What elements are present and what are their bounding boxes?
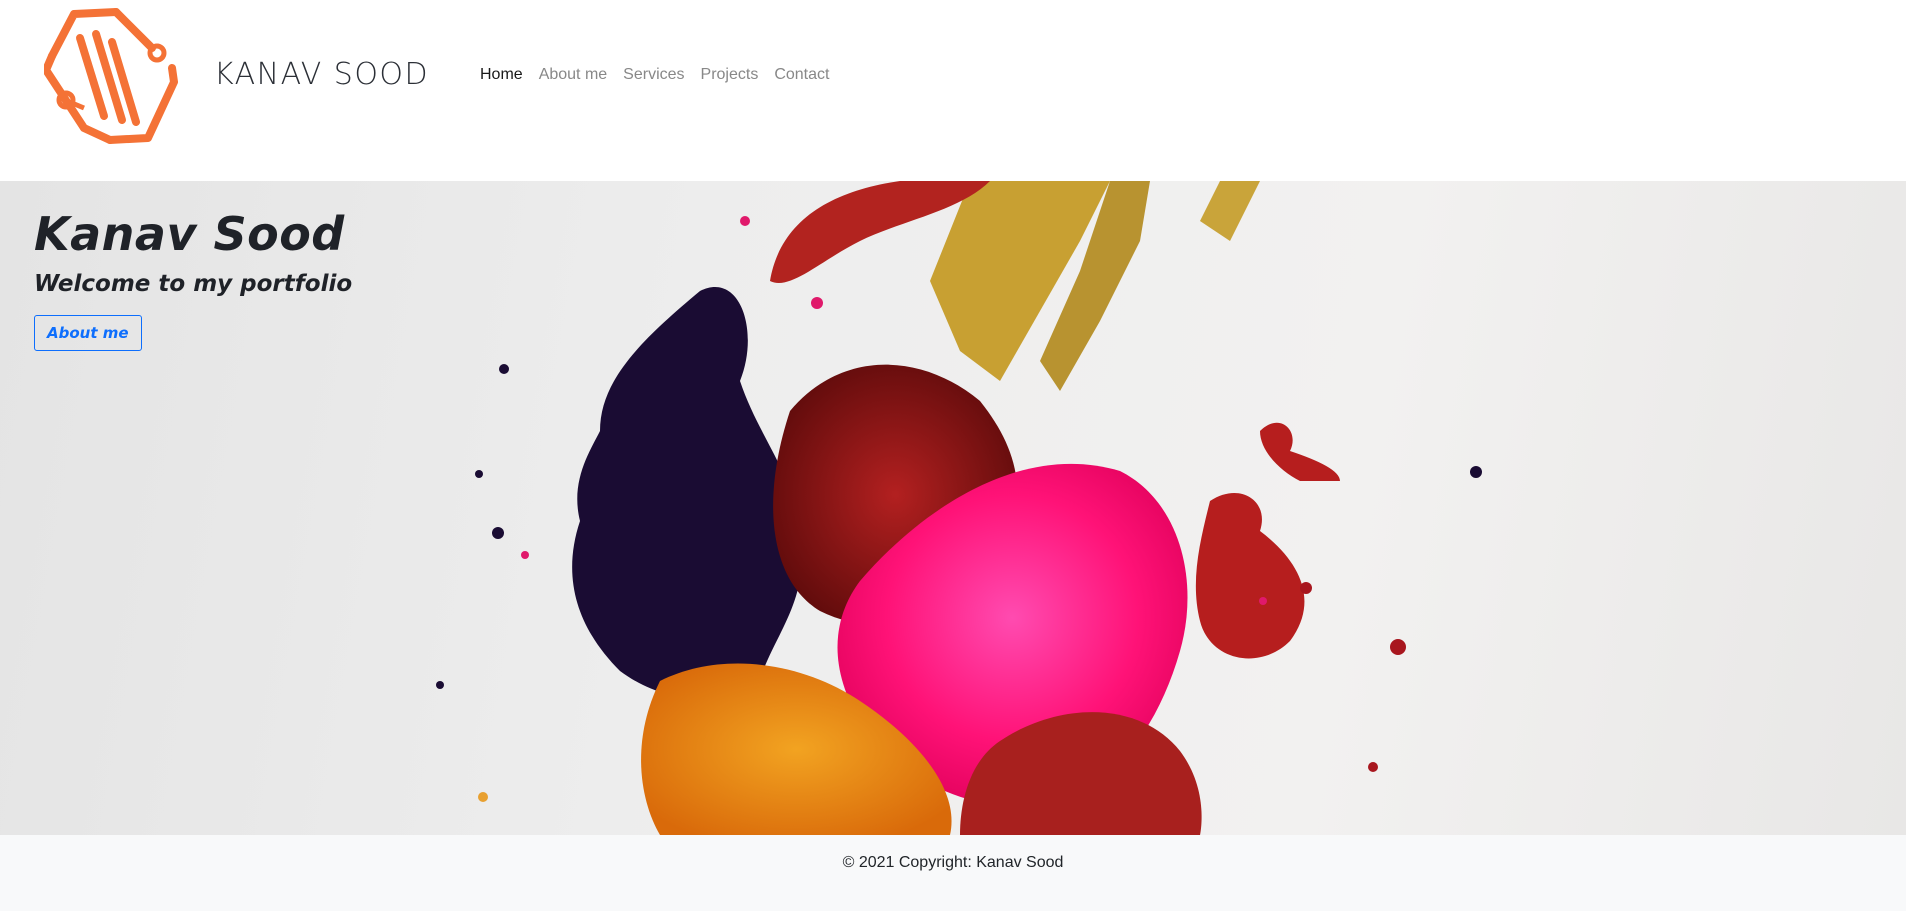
brand-name[interactable]: KANAV SOOD	[214, 57, 429, 92]
nav-link-about-me[interactable]: About me	[531, 66, 615, 84]
hexagon-circuit-logo-icon[interactable]	[44, 8, 180, 146]
about-me-button[interactable]: About me	[34, 315, 142, 351]
hero-section: Kanav Sood Welcome to my portfolio About…	[0, 181, 1906, 835]
main-nav: Home About me Services Projects Contact	[472, 66, 837, 84]
nav-link-home[interactable]: Home	[472, 66, 531, 84]
nav-link-services[interactable]: Services	[615, 66, 692, 84]
nav-link-projects[interactable]: Projects	[693, 66, 767, 84]
hero-content: Kanav Sood Welcome to my portfolio About…	[34, 207, 352, 351]
site-header: KANAV SOOD Home About me Services Projec…	[0, 0, 1906, 181]
nav-link-contact[interactable]: Contact	[766, 66, 837, 84]
site-footer: © 2021 Copyright: Kanav Sood	[0, 835, 1906, 911]
hero-subtitle: Welcome to my portfolio	[34, 271, 353, 297]
hero-title: Kanav Sood	[34, 207, 345, 261]
copyright-text: © 2021 Copyright: Kanav Sood	[842, 854, 1064, 871]
